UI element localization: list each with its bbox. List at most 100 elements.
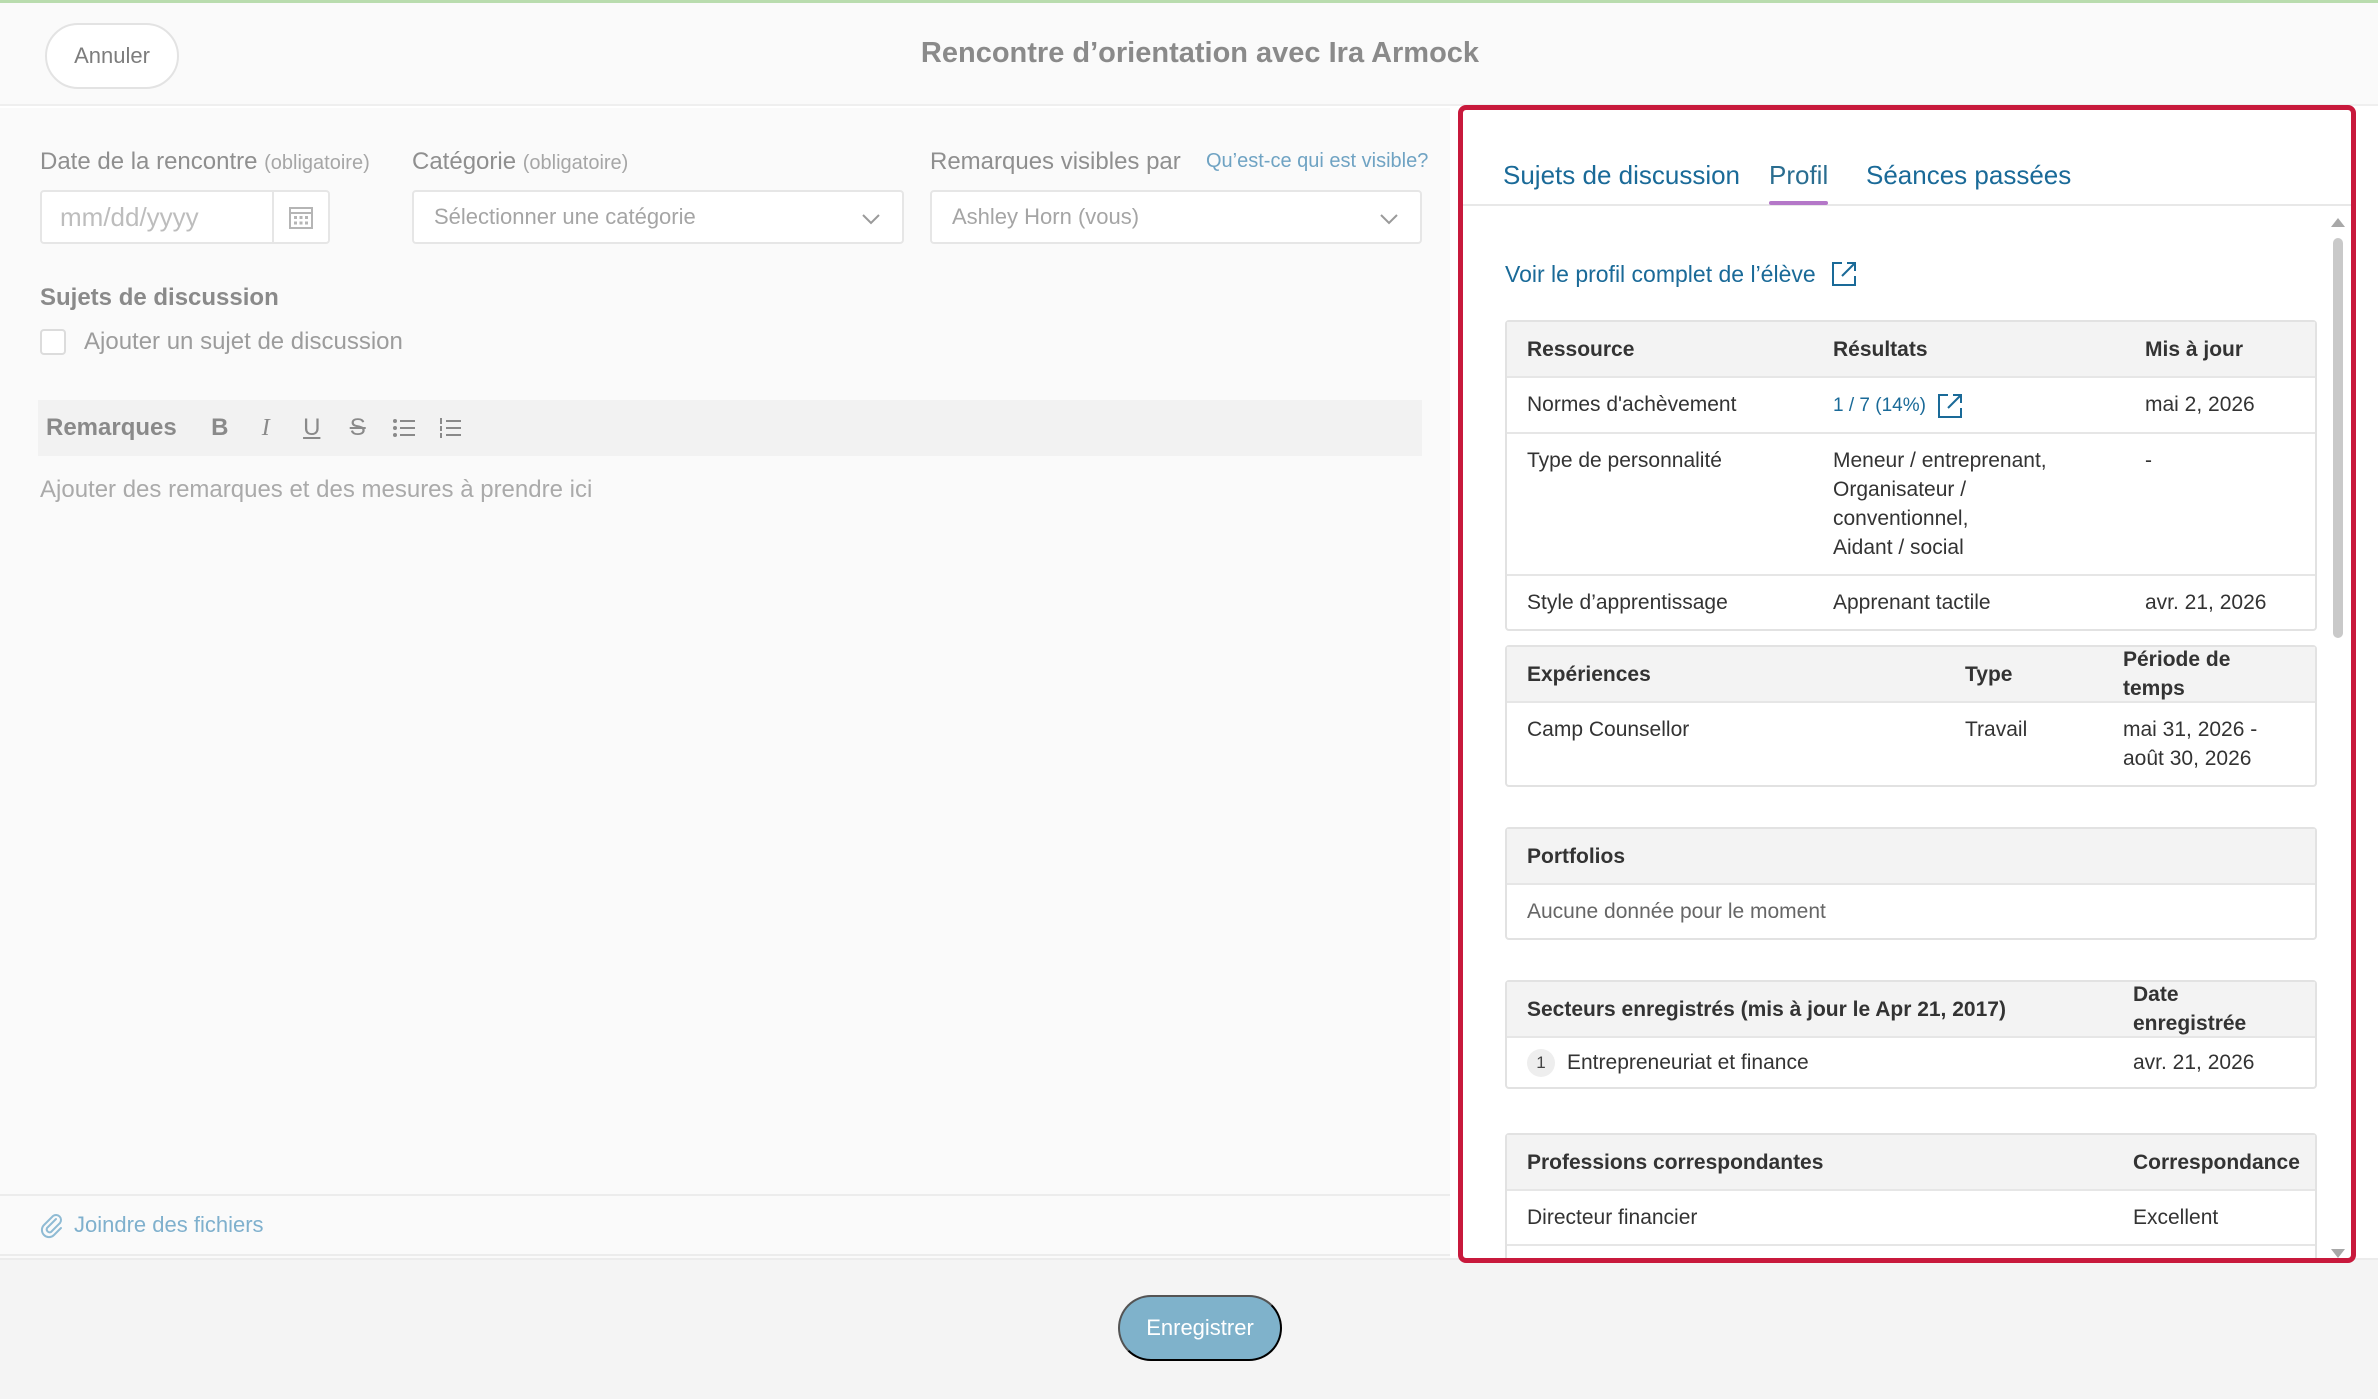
table-header-row: Professions correspondantes Correspondan… [1507,1135,2315,1189]
italic-icon: I [261,414,270,441]
experiences-table: Expériences Type Période de temps Camp C… [1505,645,2317,787]
add-topic-label[interactable]: Ajouter un sujet de discussion [84,328,403,356]
resource-name: Style d’apprentissage [1527,591,1728,614]
professions-table: Professions correspondantes Correspondan… [1505,1133,2317,1258]
topics-section-title: Sujets de discussion [40,284,279,311]
achievement-results-link[interactable]: 1 / 7 (14%) [1833,391,1964,420]
strikethrough-icon: S [349,414,366,441]
period-line: août 30, 2026 [2123,747,2252,770]
result-line: Meneur / entreprenant, [1833,449,2047,472]
result-line: Organisateur / conventionnel, [1833,478,1969,530]
resource-name: Type de personnalité [1527,449,1722,472]
header: Annuler Rencontre d’orientation avec Ira… [0,3,2378,106]
resources-table: Ressource Résultats Mis à jour Normes d'… [1505,320,2317,631]
table-row [1507,1244,2315,1258]
resource-updated: - [2145,449,2152,472]
resource-updated: mai 2, 2026 [2145,393,2255,416]
panel-scrollbar[interactable] [2325,208,2351,1258]
bold-icon: B [211,414,229,441]
footer-bar: Enregistrer [0,1258,2378,1399]
column-header: Résultats [1833,337,1928,361]
table-header-row: Expériences Type Période de temps [1507,647,2315,701]
calendar-icon[interactable] [274,192,328,242]
category-select-value: Sélectionner une catégorie [434,204,696,229]
tab-discussion-topics[interactable]: Sujets de discussion [1503,160,1740,191]
resource-result: Meneur / entreprenant, Organisateur / co… [1813,446,2125,562]
visibility-select-value: Ashley Horn (vous) [952,204,1140,229]
underline-button[interactable]: U [289,405,335,451]
visibility-select[interactable]: Ashley Horn (vous) [930,190,1422,244]
full-profile-link[interactable]: Voir le profil complet de l’élève [1505,260,1858,288]
table-row: Type de personnalité Meneur / entreprena… [1507,432,2315,574]
attach-files-label[interactable]: Joindre des fichiers [74,1212,264,1238]
tab-past-sessions[interactable]: Séances passées [1866,160,2071,191]
category-select[interactable]: Sélectionner une catégorie [412,190,904,244]
add-topic-checkbox[interactable] [40,329,66,355]
underline-icon: U [303,414,321,441]
experience-name: Camp Counsellor [1527,718,1690,741]
sector-name: Entrepreneuriat et finance [1567,1051,1809,1074]
sectors-table: Secteurs enregistrés (mis à jour le Apr … [1505,980,2317,1089]
column-header: Professions correspondantes [1527,1150,1824,1174]
chevron-down-icon [862,214,880,225]
profession-name: Directeur financier [1527,1206,1698,1229]
cancel-button[interactable]: Annuler [45,23,179,89]
notes-label: Remarques [46,414,177,441]
bold-button[interactable]: B [197,405,243,451]
table-header-row: Secteurs enregistrés (mis à jour le Apr … [1507,982,2315,1036]
add-topic-row[interactable]: Ajouter un sujet de discussion [40,328,403,356]
experience-period: mai 31, 2026 - août 30, 2026 [2103,715,2315,773]
column-header: Ressource [1527,337,1635,361]
column-header: Date enregistrée [2133,983,2247,1035]
scroll-down-arrow-icon[interactable] [2331,1249,2345,1258]
portfolios-empty-message: Aucune donnée pour le moment [1527,900,1826,923]
profile-panel: Sujets de discussion Profil Séances pass… [1458,105,2356,1263]
date-required-hint: (obligatoire) [264,152,370,174]
category-required-hint: (obligatoire) [522,152,629,174]
date-input[interactable]: mm/dd/yyyy [40,190,330,244]
column-header: Mis à jour [2145,337,2244,361]
table-row: Style d’apprentissage Apprenant tactile … [1507,574,2315,629]
date-label-text: Date de la rencontre [40,148,258,175]
resource-updated: avr. 21, 2026 [2145,591,2267,614]
resource-name: Normes d'achèvement [1527,393,1737,416]
period-line: mai 31, 2026 - [2123,718,2258,741]
portfolios-table: Portfolios Aucune donnée pour le moment [1505,827,2317,940]
strikethrough-button[interactable]: S [335,405,381,451]
date-input-value[interactable]: mm/dd/yyyy [42,192,274,242]
tab-profile[interactable]: Profil [1769,160,1829,205]
full-profile-link-label[interactable]: Voir le profil complet de l’élève [1505,261,1816,288]
external-link-icon [1937,393,1962,418]
bullet-list-icon [392,419,415,437]
numbered-list-icon [439,418,461,438]
notes-toolbar: Remarques B I U S [38,400,1422,456]
paperclip-icon [40,1214,62,1239]
scroll-up-arrow-icon[interactable] [2331,218,2345,227]
column-header: Expériences [1527,662,1651,686]
save-button[interactable]: Enregistrer [1118,1295,1282,1361]
bullet-list-button[interactable] [381,405,427,451]
column-header: Période de temps [2123,648,2231,700]
achievement-results-value[interactable]: 1 / 7 (14%) [1833,391,1926,420]
column-header: Type [1965,662,2013,686]
resource-result: Apprenant tactile [1833,591,1991,614]
column-header: Secteurs enregistrés (mis à jour le Apr … [1527,997,2006,1021]
date-label: Date de la rencontre (obligatoire) [40,148,370,176]
meeting-form: Date de la rencontre (obligatoire) mm/dd… [0,108,1450,1288]
sector-date: avr. 21, 2026 [2133,1051,2255,1074]
resource-result: 1 / 7 (14%) [1813,390,2125,420]
category-label: Catégorie (obligatoire) [412,148,628,176]
table-header-row: Portfolios [1507,829,2315,883]
sector-rank-badge: 1 [1527,1048,1555,1077]
numbered-list-button[interactable] [427,405,473,451]
column-header: Correspondance [2133,1150,2300,1174]
table-row: 1 Entrepreneuriat et finance avr. 21, 20… [1507,1036,2315,1087]
notes-editor[interactable]: Ajouter des remarques et des mesures à p… [40,476,592,504]
external-link-icon [1831,262,1856,286]
result-line: Aidant / social [1833,536,1964,559]
profession-match: Excellent [2133,1206,2219,1229]
scrollbar-thumb[interactable] [2333,238,2343,638]
visibility-help-link[interactable]: Qu’est-ce qui est visible? [1206,150,1428,173]
attach-files-link[interactable]: Joindre des fichiers [0,1194,1450,1256]
italic-button[interactable]: I [243,405,289,451]
